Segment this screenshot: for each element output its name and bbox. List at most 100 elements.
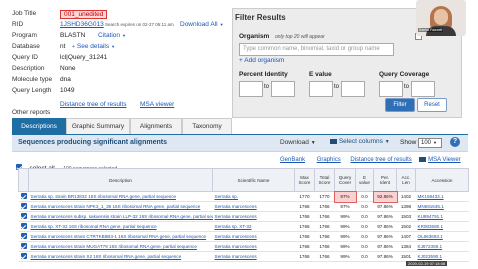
query-cover-cell: 99% bbox=[334, 211, 356, 222]
per-ident-cell: 97.86% bbox=[373, 201, 397, 212]
table-row[interactable]: Serratia marcescens strain NPK3_1_36 16S… bbox=[18, 201, 469, 212]
accession-cell[interactable]: MN691645.1 bbox=[415, 201, 469, 212]
column-header[interactable]: Scientific Name bbox=[212, 168, 295, 192]
column-header[interactable]: Acc. Len bbox=[396, 168, 416, 192]
add-organism-link[interactable]: + Add organism bbox=[239, 57, 284, 64]
description-cell[interactable]: Serratia marcescens subsp. sakuensis str… bbox=[28, 211, 213, 222]
row-checkbox[interactable] bbox=[20, 203, 27, 209]
evalue-cell: 0.0 bbox=[355, 191, 374, 202]
description-cell[interactable]: Serratia marcescens strain S2 16S riboso… bbox=[28, 251, 213, 262]
molecule-type-row: Molecule type dna bbox=[12, 76, 227, 86]
description-cell[interactable]: Serratia marcescens strain MUGAT79 16S r… bbox=[28, 241, 213, 252]
show-count-select[interactable]: 100 ▼ bbox=[418, 138, 442, 148]
query-cover-cell: 99% bbox=[334, 231, 356, 242]
graphics-link[interactable]: Graphics bbox=[317, 157, 341, 163]
column-header[interactable]: Query Cover bbox=[334, 168, 356, 192]
column-header[interactable]: E value bbox=[355, 168, 374, 192]
scientific-name-cell[interactable]: Serratia marcescens bbox=[212, 211, 295, 222]
table-row[interactable]: Serratia marcescens strain CTRTKB6B3-1 1… bbox=[18, 231, 469, 242]
genbank-link[interactable]: GenBank bbox=[280, 157, 305, 163]
description-cell[interactable]: Serratia sp. XT-32 16S ribosomal RNA gen… bbox=[28, 221, 213, 232]
distance-tree-link[interactable]: Distance tree of results bbox=[60, 101, 126, 108]
tab-taxonomy[interactable]: Taxonomy bbox=[182, 118, 232, 135]
accession-cell[interactable]: OL663693.1 bbox=[415, 231, 469, 242]
download-all-label: Download All bbox=[180, 21, 218, 28]
row-checkbox[interactable] bbox=[20, 253, 27, 259]
description-cell[interactable]: Serratia marcescens strain NPK3_1_36 16S… bbox=[28, 201, 213, 212]
percent-identity-max-input[interactable] bbox=[271, 81, 295, 97]
scientific-name-cell[interactable]: Serratia marcescens bbox=[212, 201, 295, 212]
query-id-label: Query ID bbox=[12, 54, 39, 61]
job-title-label: Job Title bbox=[12, 10, 37, 17]
query-coverage-max-input[interactable] bbox=[411, 81, 435, 97]
column-header[interactable]: Max Score bbox=[294, 168, 315, 192]
accession-cell[interactable]: KU894791.1 bbox=[415, 211, 469, 222]
other-reports-row: Other reports Distance tree of results M… bbox=[12, 101, 174, 119]
msa-viewer-link[interactable]: MSA viewer bbox=[140, 101, 174, 108]
per-ident-cell: 92.86% bbox=[372, 190, 398, 203]
evalue-min-input[interactable] bbox=[309, 81, 333, 97]
description-cell[interactable]: Serratia marcescens strain CTRTKB6B3-1 1… bbox=[28, 231, 213, 242]
msa-icon bbox=[419, 157, 427, 162]
per-ident-cell: 97.86% bbox=[373, 211, 397, 222]
evalue-max-input[interactable] bbox=[341, 81, 365, 97]
organism-label: Organism bbox=[239, 33, 270, 40]
to-label: to bbox=[264, 84, 270, 90]
row-checkbox[interactable] bbox=[20, 233, 27, 239]
see-details-button[interactable]: + See details ▼ bbox=[72, 43, 115, 50]
rid-value[interactable]: 1JSHD36G013 bbox=[60, 21, 104, 28]
reset-button[interactable]: Reset bbox=[417, 98, 447, 112]
column-header[interactable]: Per. Ident bbox=[373, 168, 397, 192]
download-all-button[interactable]: Download All ▼ bbox=[180, 21, 224, 28]
scientific-name-cell[interactable]: Serratia sp. bbox=[212, 191, 295, 202]
table-row[interactable]: Serratia marcescens subsp. sakuensis str… bbox=[18, 211, 469, 222]
row-checkbox[interactable] bbox=[20, 243, 27, 249]
column-header[interactable]: Description bbox=[28, 168, 213, 192]
query-length-label: Query Length bbox=[12, 87, 52, 94]
header-checkbox-cell bbox=[18, 168, 29, 192]
table-row[interactable]: Serratia sp. strain BR13832 16S ribosoma… bbox=[18, 190, 469, 203]
organism-input[interactable]: Type common name, binomial, taxid or gro… bbox=[239, 43, 394, 56]
tab-descriptions[interactable]: Descriptions bbox=[12, 118, 66, 135]
row-checkbox[interactable] bbox=[20, 193, 27, 199]
database-row: Database nt + See details ▼ bbox=[12, 43, 227, 53]
query-length-value: 1049 bbox=[60, 87, 75, 94]
accession-cell[interactable]: MK158433.1 bbox=[415, 191, 469, 202]
accession-cell[interactable]: KR083580.1 bbox=[415, 221, 469, 232]
tab-alignments[interactable]: Alignments bbox=[130, 118, 182, 135]
table-row[interactable]: Serratia marcescens strain MUGAT79 16S r… bbox=[18, 241, 469, 252]
chevron-down-icon: ▼ bbox=[219, 22, 224, 27]
row-checkbox-cell bbox=[18, 221, 29, 232]
citation-button[interactable]: Citation ▼ bbox=[98, 32, 126, 39]
accession-cell[interactable]: KJ023590.1 bbox=[415, 251, 469, 262]
table-row[interactable]: Serratia sp. XT-32 16S ribosomal RNA gen… bbox=[18, 221, 469, 232]
job-title-value: 001_unedited bbox=[60, 10, 108, 19]
scientific-name-cell[interactable]: Serratia marcescens bbox=[212, 251, 295, 262]
chevron-down-icon: ▼ bbox=[111, 44, 116, 49]
help-icon[interactable]: ? bbox=[450, 137, 460, 147]
tab-graphic-summary[interactable]: Graphic Summary bbox=[66, 118, 130, 135]
timestamp-overlay: 2020-02-19 07:18:08 bbox=[406, 261, 448, 266]
column-header[interactable]: Total Score bbox=[314, 168, 335, 192]
query-coverage-min-input[interactable] bbox=[379, 81, 403, 97]
row-checkbox[interactable] bbox=[20, 223, 27, 229]
percent-identity-min-input[interactable] bbox=[239, 81, 263, 97]
accession-cell[interactable]: KJ672359.1 bbox=[415, 241, 469, 252]
select-columns-button[interactable]: Select columns ▼ bbox=[330, 138, 390, 145]
row-checkbox[interactable] bbox=[20, 213, 27, 219]
scientific-name-cell[interactable]: Serratia sp. XT-32 bbox=[212, 221, 295, 232]
per-ident-cell: 97.86% bbox=[373, 221, 397, 232]
download-label: Download bbox=[280, 139, 309, 146]
scientific-name-cell[interactable]: Serratia marcescens bbox=[212, 241, 295, 252]
rid-label: RID bbox=[12, 21, 24, 28]
column-header[interactable]: Accession bbox=[415, 168, 469, 192]
table-row[interactable]: Serratia marcescens strain S2 16S riboso… bbox=[18, 251, 469, 262]
scientific-name-cell[interactable]: Serratia marcescens bbox=[212, 231, 295, 242]
filter-button[interactable]: Filter bbox=[385, 98, 415, 112]
msa-viewer-link[interactable]: MSA Viewer bbox=[428, 157, 461, 163]
distance-tree-link[interactable]: Distance tree of results bbox=[350, 157, 411, 163]
description-cell[interactable]: Serratia sp. strain BR13832 16S ribosoma… bbox=[28, 191, 213, 202]
description-row: Description None bbox=[12, 65, 227, 75]
total-score-cell: 1766 bbox=[314, 231, 335, 242]
download-button[interactable]: Download ▼ bbox=[280, 139, 316, 146]
